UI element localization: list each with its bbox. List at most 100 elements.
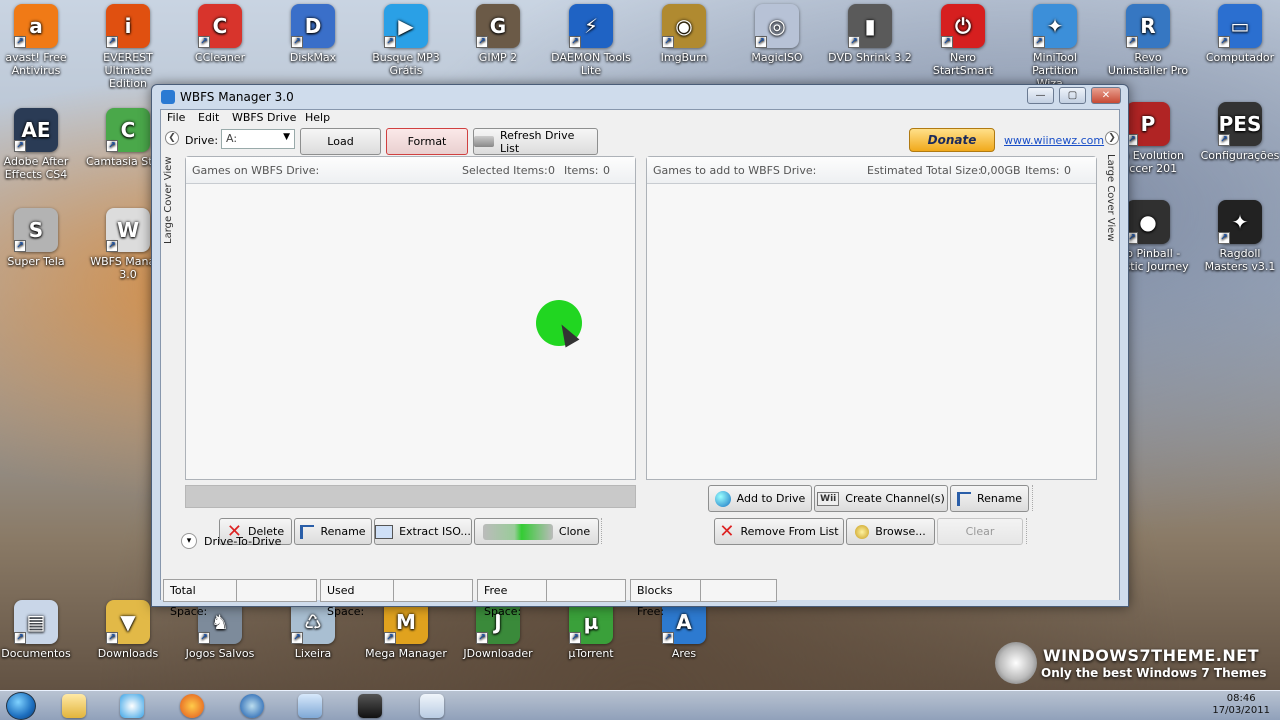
right-large-cover-view-toggle[interactable]: Large Cover View bbox=[1105, 154, 1116, 244]
taskbar-camtasia-icon[interactable] bbox=[358, 694, 382, 718]
desktop-icon[interactable]: ▶ ↗ Busque MP3 Grátis bbox=[364, 4, 448, 77]
desktop-icon[interactable]: G ↗ GIMP 2 bbox=[456, 4, 540, 64]
minimize-button[interactable]: — bbox=[1027, 87, 1054, 104]
desktop-icon[interactable]: ▮ ↗ DVD Shrink 3.2 bbox=[828, 4, 912, 64]
clone-button[interactable]: Clone bbox=[474, 518, 599, 545]
shortcut-arrow-icon: ↗ bbox=[198, 632, 210, 644]
desktop-icon[interactable]: ◉ ↗ ImgBurn bbox=[642, 4, 726, 64]
shortcut-arrow-icon: ↗ bbox=[476, 36, 488, 48]
refresh-drive-list-button[interactable]: Refresh Drive List bbox=[473, 128, 598, 155]
create-channel-label: Create Channel(s) bbox=[845, 492, 945, 505]
menu-file[interactable]: File bbox=[167, 111, 185, 124]
shortcut-arrow-icon: ↗ bbox=[662, 632, 674, 644]
website-link[interactable]: www.wiinewz.com bbox=[1004, 134, 1104, 147]
taskbar-media-center-icon[interactable] bbox=[120, 694, 144, 718]
menu-help[interactable]: Help bbox=[305, 111, 330, 124]
drive-to-drive-expand-icon[interactable]: ▾ bbox=[181, 533, 197, 549]
right-toolbar-grip-1[interactable] bbox=[1032, 485, 1040, 511]
title-bar[interactable]: WBFS Manager 3.0 — ▢ ✕ bbox=[152, 85, 1128, 109]
desktop-icon[interactable]: ▤ ↗ Documentos bbox=[0, 600, 78, 660]
drive-select-value: A: bbox=[226, 132, 238, 145]
drive-to-drive-label[interactable]: Drive-To-Drive bbox=[204, 535, 281, 548]
left-toolbar-grip[interactable] bbox=[601, 518, 609, 544]
app-icon: ◉ ↗ bbox=[662, 4, 706, 48]
shortcut-arrow-icon: ↗ bbox=[569, 36, 581, 48]
app-icon: C ↗ bbox=[198, 4, 242, 48]
desktop-icon-label: Configurações bbox=[1200, 149, 1280, 162]
desktop-icon[interactable]: ▭ ↗ Computador bbox=[1198, 4, 1280, 64]
load-button[interactable]: Load bbox=[300, 128, 381, 155]
desktop-icon-label: Nero StartSmart bbox=[932, 51, 994, 77]
shortcut-arrow-icon: ↗ bbox=[291, 36, 303, 48]
taskbar-wbfs-icon[interactable] bbox=[420, 694, 444, 718]
menu-edit[interactable]: Edit bbox=[198, 111, 219, 124]
rename-drive-game-button[interactable]: Rename bbox=[294, 518, 372, 545]
desktop-icon[interactable]: ✦↗MiniTool Partition Wiza... bbox=[1013, 4, 1097, 90]
rename-add-game-button[interactable]: Rename bbox=[950, 485, 1029, 512]
shortcut-arrow-icon: ↗ bbox=[1218, 36, 1230, 48]
desktop-icon[interactable]: C ↗ CCleaner bbox=[178, 4, 262, 64]
load-button-label: Load bbox=[327, 135, 354, 148]
taskbar-explorer-icon[interactable] bbox=[62, 694, 86, 718]
windows-logo-icon bbox=[995, 642, 1037, 684]
right-items-label: Items: bbox=[1025, 164, 1060, 177]
free-space-value bbox=[546, 579, 626, 602]
collapse-right-arrow-icon[interactable]: ❯ bbox=[1105, 131, 1119, 145]
clear-button[interactable]: Clear bbox=[937, 518, 1023, 545]
desktop-icon[interactable]: M ↗ Mega Manager bbox=[364, 600, 448, 660]
extract-iso-button[interactable]: Extract ISO... bbox=[374, 518, 472, 545]
collapse-left-arrow-icon[interactable]: ❮ bbox=[165, 131, 179, 145]
rename-right-icon bbox=[956, 491, 971, 506]
games-to-add-panel[interactable]: Games to add to WBFS Drive: Estimated To… bbox=[646, 156, 1097, 480]
rename-left-label: Rename bbox=[320, 525, 366, 538]
maximize-button[interactable]: ▢ bbox=[1059, 87, 1086, 104]
shortcut-arrow-icon: ↗ bbox=[384, 632, 396, 644]
desktop-icon[interactable]: D ↗ DiskMax bbox=[271, 4, 355, 64]
left-large-cover-view-toggle[interactable]: Large Cover View bbox=[163, 154, 174, 244]
start-button[interactable] bbox=[6, 692, 36, 720]
desktop-icon-label: Documentos bbox=[1, 647, 71, 660]
shortcut-arrow-icon: ↗ bbox=[941, 36, 953, 48]
right-toolbar-grip-2[interactable] bbox=[1026, 518, 1034, 544]
desktop-icon[interactable]: a ↗ avast! Free Antivirus bbox=[0, 4, 78, 77]
format-button[interactable]: Format bbox=[386, 128, 468, 155]
remove-from-list-label: Remove From List bbox=[740, 525, 839, 538]
add-to-drive-button[interactable]: Add to Drive bbox=[708, 485, 812, 512]
taskbar-messenger-icon[interactable] bbox=[240, 694, 264, 718]
app-icon: C ↗ bbox=[106, 108, 150, 152]
browse-button[interactable]: Browse... bbox=[846, 518, 935, 545]
desktop-icon[interactable]: S ↗ Super Tela bbox=[0, 208, 78, 268]
create-channel-button[interactable]: Wii Create Channel(s) bbox=[814, 485, 948, 512]
shortcut-arrow-icon: ↗ bbox=[14, 632, 26, 644]
app-icon: ✦ ↗ bbox=[1218, 200, 1262, 244]
drive-select[interactable]: A: ▼ bbox=[221, 129, 295, 149]
menu-wbfs-drive[interactable]: WBFS Drive bbox=[232, 111, 296, 124]
desktop-icon[interactable]: ⚡ ↗ DAEMON Tools Lite bbox=[549, 4, 633, 77]
desktop-icon[interactable]: i ↗ EVEREST Ultimate Edition bbox=[86, 4, 170, 90]
shortcut-arrow-icon: ↗ bbox=[1218, 232, 1230, 244]
taskbar-network-icon[interactable] bbox=[298, 694, 322, 718]
taskbar-firefox-icon[interactable] bbox=[180, 694, 204, 718]
clock-date: 17/03/2011 bbox=[1212, 705, 1270, 716]
desktop-icon-label: Lixeira bbox=[294, 647, 332, 660]
remove-from-list-button[interactable]: ✕ Remove From List bbox=[714, 518, 844, 545]
desktop-icon[interactable]: ⏻ ↗ Nero StartSmart bbox=[921, 4, 1005, 77]
shortcut-arrow-icon: ↗ bbox=[14, 140, 26, 152]
donate-button[interactable]: Donate bbox=[909, 128, 995, 152]
desktop-icon[interactable]: ✦ ↗ Ragdoll Masters v3.1 bbox=[1198, 200, 1280, 273]
shortcut-arrow-icon: ↗ bbox=[1126, 36, 1138, 48]
desktop-icon[interactable]: AE ↗ Adobe After Effects CS4 bbox=[0, 108, 78, 181]
desktop-icon[interactable]: PES ↗ Configurações bbox=[1198, 102, 1280, 162]
desktop-icon[interactable]: µ ↗ µTorrent bbox=[549, 600, 633, 660]
desktop-icon[interactable]: ▼ ↗ Downloads bbox=[86, 600, 170, 660]
system-clock[interactable]: 08:46 17/03/2011 bbox=[1212, 693, 1270, 717]
app-icon: ⏻ ↗ bbox=[941, 4, 985, 48]
shortcut-arrow-icon: ↗ bbox=[106, 632, 118, 644]
right-items-value: 0 bbox=[1064, 164, 1071, 177]
app-icon: AE ↗ bbox=[14, 108, 58, 152]
desktop-icon[interactable]: R ↗ Revo Uninstaller Pro bbox=[1106, 4, 1190, 77]
app-icon: PES ↗ bbox=[1218, 102, 1262, 146]
close-button[interactable]: ✕ bbox=[1091, 87, 1121, 104]
desktop-icon-label: Revo Uninstaller Pro bbox=[1107, 51, 1189, 77]
desktop-icon[interactable]: ◎ ↗ MagicISO bbox=[735, 4, 819, 64]
